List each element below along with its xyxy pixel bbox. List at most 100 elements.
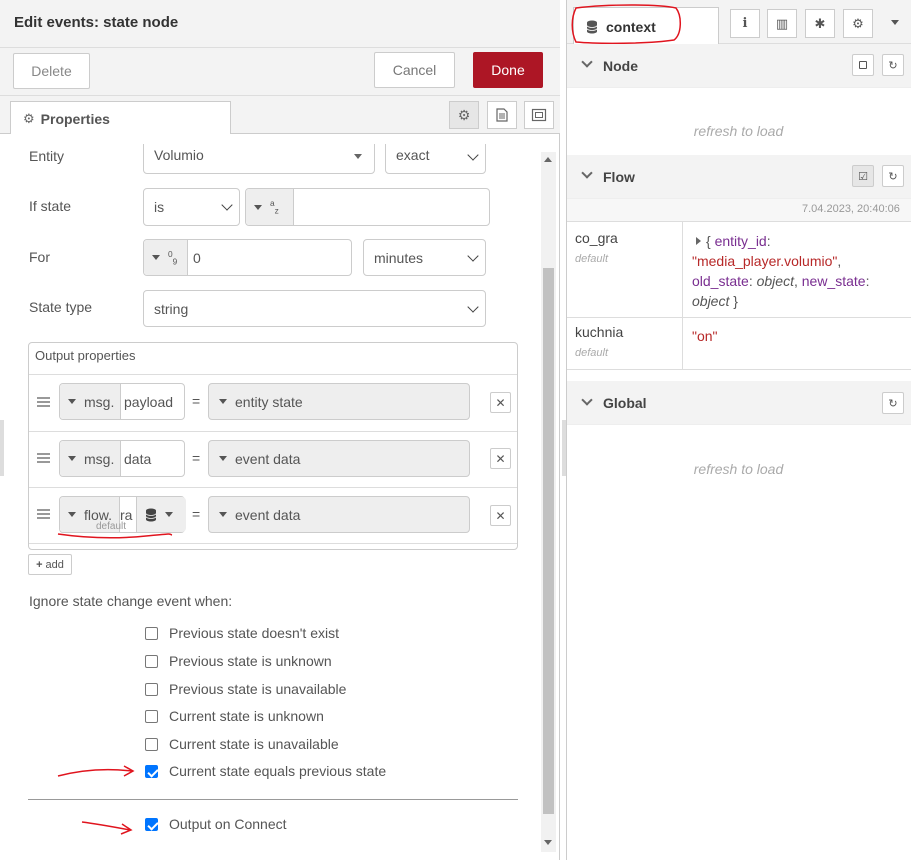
- equals-sign: =: [192, 393, 201, 409]
- scrollbar-thumb[interactable]: [543, 268, 554, 814]
- string-type-icon: az: [270, 198, 279, 216]
- checkbox-output-on-connect[interactable]: [145, 818, 158, 831]
- output-property-input[interactable]: msg. payload: [59, 383, 185, 420]
- for-units-value: minutes: [374, 249, 424, 266]
- divider: [28, 799, 518, 800]
- sidebar-menu-caret-icon[interactable]: [891, 20, 899, 25]
- state-type-select[interactable]: string: [143, 290, 486, 327]
- flow-refresh-button[interactable]: ↻: [882, 165, 904, 187]
- gear-icon: ⚙: [852, 15, 864, 31]
- row-divider: [29, 374, 517, 375]
- checkbox-prev-not-exist[interactable]: [145, 627, 158, 640]
- tab-properties[interactable]: ⚙ Properties: [10, 101, 231, 135]
- editor-title: Edit events: state node: [14, 14, 179, 31]
- checkbox-prev-unavailable[interactable]: [145, 683, 158, 696]
- node-refresh-text: refresh to load: [693, 123, 784, 139]
- checkbox-label: Current state is unknown: [169, 708, 324, 724]
- output-prop-name: data: [124, 450, 152, 467]
- info-icon: i: [742, 16, 748, 31]
- chevron-down-icon: [467, 149, 479, 161]
- remove-row-button[interactable]: ✕: [490, 505, 511, 526]
- equals-sign: =: [192, 450, 201, 466]
- sidebar-tab-debug[interactable]: ✱: [805, 9, 835, 38]
- output-property-input[interactable]: msg. data: [59, 440, 185, 477]
- section-node-title: Node: [603, 57, 638, 74]
- output-value: entity state: [235, 393, 303, 410]
- for-units-select[interactable]: minutes: [363, 239, 486, 276]
- settings-tab-icon[interactable]: ⚙: [449, 101, 479, 129]
- caret-down-icon: [68, 456, 76, 461]
- section-flow-title: Flow: [603, 168, 635, 185]
- prop-key: entity_id: [714, 233, 767, 249]
- row-divider: [29, 431, 517, 432]
- remove-row-button[interactable]: ✕: [490, 448, 511, 469]
- ignore-title: Ignore state change event when:: [29, 593, 233, 609]
- window-icon: [531, 108, 547, 122]
- context-value-object[interactable]: { entity_id: "media_player.volumio", old…: [692, 231, 902, 311]
- scroll-up-arrow-icon[interactable]: [544, 157, 552, 162]
- checkbox-prev-unknown[interactable]: [145, 655, 158, 668]
- checkbox-curr-equals-prev[interactable]: [145, 765, 158, 778]
- output-properties-title: Output properties: [35, 348, 136, 363]
- output-prop-name: payload: [124, 393, 174, 410]
- expand-caret-icon[interactable]: [696, 237, 701, 245]
- remove-row-button[interactable]: ✕: [490, 392, 511, 413]
- caret-down-icon: [254, 204, 262, 210]
- description-tab-icon[interactable]: [487, 101, 517, 129]
- section-global-header[interactable]: Global: [567, 381, 911, 425]
- cancel-button[interactable]: Cancel: [374, 52, 455, 88]
- add-output-button[interactable]: + add: [28, 554, 72, 575]
- output-value-select[interactable]: event data: [208, 440, 470, 477]
- drag-handle-icon[interactable]: [37, 397, 50, 407]
- checkbox-curr-unknown[interactable]: [145, 710, 158, 723]
- done-button[interactable]: Done: [473, 52, 543, 88]
- context-store-select[interactable]: [136, 497, 186, 532]
- gear-icon: ⚙: [23, 110, 35, 126]
- type-select-msg[interactable]: msg.: [60, 384, 121, 419]
- caret-down-icon: [219, 399, 227, 404]
- entity-value: Volumio: [154, 147, 204, 163]
- for-value: 0: [193, 249, 201, 266]
- checkbox-label: Output on Connect: [169, 816, 287, 832]
- checkbox-label: Previous state doesn't exist: [169, 625, 339, 641]
- refresh-icon: ↻: [888, 170, 898, 183]
- type-select-msg[interactable]: msg.: [60, 441, 121, 476]
- for-input[interactable]: 09 0: [143, 239, 352, 276]
- type-select-number[interactable]: 09: [144, 240, 188, 275]
- checkbox-label: Previous state is unavailable: [169, 681, 347, 697]
- entity-match-value: exact: [396, 147, 430, 163]
- output-value-select[interactable]: event data: [208, 496, 470, 533]
- output-value-select[interactable]: entity state: [208, 383, 470, 420]
- prop-value: "media_player.volumio": [692, 253, 838, 269]
- sidebar-tab-help[interactable]: ▥: [767, 9, 797, 38]
- checkbox-curr-unavailable[interactable]: [145, 738, 158, 751]
- type-select-string[interactable]: az: [246, 189, 294, 225]
- scroll-down-arrow-icon[interactable]: [544, 840, 552, 845]
- number-type-icon: 09: [168, 248, 178, 267]
- annotation-arrow: [81, 821, 133, 835]
- drag-handle-icon[interactable]: [37, 453, 50, 463]
- global-refresh-button[interactable]: ↻: [882, 392, 904, 414]
- sidebar-tab-info[interactable]: i: [730, 9, 760, 38]
- row-divider: [567, 369, 911, 370]
- node-refresh-button[interactable]: ↻: [882, 54, 904, 76]
- refresh-icon: ↻: [888, 397, 898, 410]
- appearance-tab-icon[interactable]: [524, 101, 554, 129]
- brace-close: }: [729, 293, 738, 309]
- checkbox-label: Previous state is unknown: [169, 653, 332, 669]
- state-type-label: State type: [29, 299, 93, 315]
- row-divider: [567, 317, 911, 318]
- checkbox-checked-icon: ☑: [858, 170, 868, 183]
- brace-open: {: [706, 233, 715, 249]
- drag-handle-icon[interactable]: [37, 509, 50, 519]
- prop-key: old_state: [692, 273, 749, 289]
- node-autorefresh-toggle[interactable]: [852, 54, 874, 76]
- column-divider: [682, 222, 683, 370]
- if-state-op-select[interactable]: is: [143, 188, 240, 226]
- flow-autorefresh-toggle[interactable]: ☑: [852, 165, 874, 187]
- sidebar-tab-config[interactable]: ⚙: [843, 9, 873, 38]
- delete-button[interactable]: Delete: [13, 53, 90, 89]
- if-state-value-input[interactable]: az: [245, 188, 490, 226]
- caret-down-icon: [219, 512, 227, 517]
- splitter-handle[interactable]: [0, 420, 4, 476]
